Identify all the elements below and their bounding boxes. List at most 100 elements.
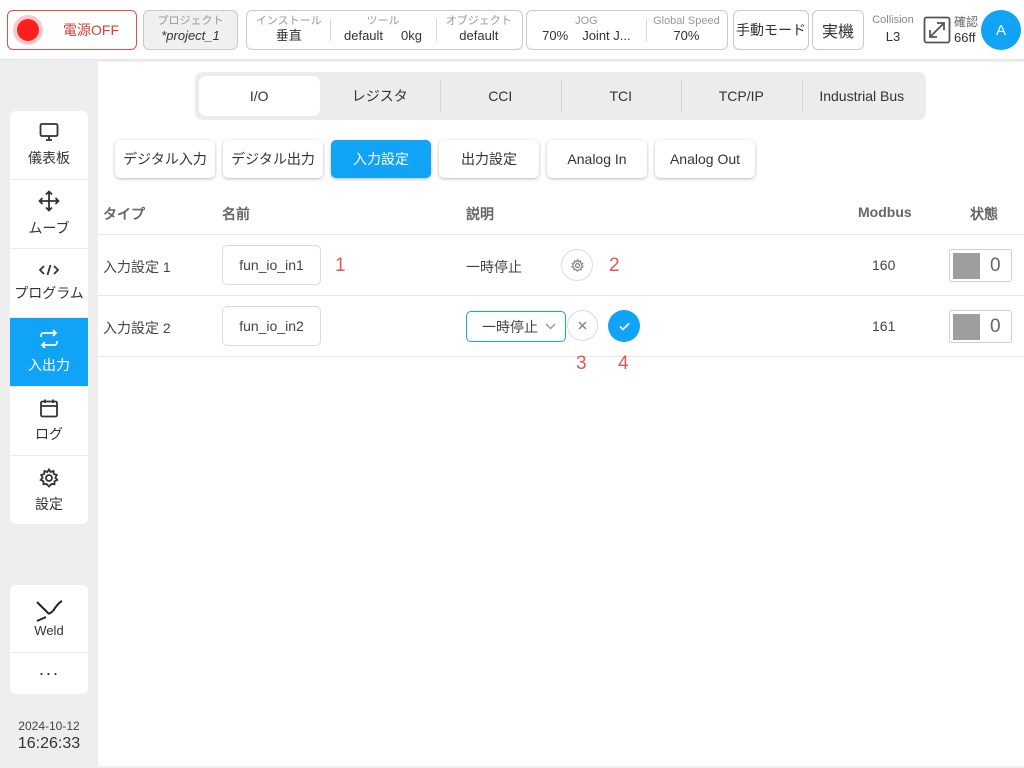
jog-segment[interactable]: JOG 70% Joint J...	[527, 11, 646, 49]
sidebar-item-label: ログ	[35, 426, 63, 442]
cancel-edit-button[interactable]	[567, 310, 598, 341]
clock: 2024-10-12 16:26:33	[10, 719, 88, 753]
more-menu-button[interactable]: ···	[10, 653, 88, 694]
header-state: 状態	[970, 206, 998, 222]
subtab-digital-input[interactable]: デジタル入力	[115, 140, 215, 178]
tool-segment[interactable]: ツール default 0kg	[330, 11, 435, 49]
confirm-label: 確認	[954, 15, 979, 29]
subtab-input-config[interactable]: 入力設定	[331, 140, 431, 178]
tab-io[interactable]: I/O	[199, 76, 320, 116]
sidebar-item-label: 儀表板	[28, 150, 70, 166]
sidebar-item-move[interactable]: ムーブ	[10, 180, 88, 249]
real-robot-button[interactable]: 実機	[812, 10, 864, 50]
description-select[interactable]: 一時停止	[466, 311, 566, 342]
annotation-marker: 3	[576, 353, 587, 374]
object-segment[interactable]: オブジェクト default	[435, 11, 522, 49]
global-speed-value: 70%	[673, 28, 700, 43]
description-text: 一時停止	[466, 259, 522, 275]
jog-speed: 70%	[542, 28, 569, 43]
power-status-icon	[17, 19, 39, 41]
global-speed-segment[interactable]: Global Speed 70%	[645, 11, 727, 49]
modbus-address: 160	[872, 257, 896, 273]
top-bar: 電源OFF プロジェクト *project_1 インストール 垂直 ツール de…	[0, 0, 1024, 60]
state-indicator: 0	[949, 249, 1012, 282]
table-header: タイプ 名前 説明 Modbus 状態	[98, 190, 1024, 235]
header-modbus: Modbus	[858, 204, 912, 220]
jog-mode: Joint J...	[582, 28, 631, 43]
global-speed-label: Global Speed	[653, 15, 720, 27]
sidebar-item-label: ムーブ	[28, 220, 70, 236]
tab-industrial-bus[interactable]: Industrial Bus	[801, 76, 923, 116]
object-value: default	[459, 28, 499, 43]
name-field[interactable]: fun_io_in1	[222, 245, 321, 285]
gear-icon	[39, 467, 59, 488]
chevron-down-icon	[545, 323, 556, 330]
tab-tci[interactable]: TCI	[560, 76, 682, 116]
tab-register[interactable]: レジスタ	[320, 76, 441, 116]
install-segment[interactable]: インストール 垂直	[247, 11, 330, 49]
subtab-output-config[interactable]: 出力設定	[439, 140, 539, 178]
sidebar-item-program[interactable]: プログラム	[10, 249, 88, 318]
collision-level[interactable]: Collision L3	[867, 14, 919, 45]
collision-label: Collision	[872, 14, 914, 26]
modbus-address: 161	[872, 318, 896, 334]
main-panel: I/O レジスタ CCI TCI TCP/IP Industrial Bus デ…	[98, 62, 1024, 766]
calendar-icon	[40, 399, 58, 418]
clock-date: 2024-10-12	[18, 719, 80, 733]
install-value: 垂直	[275, 28, 302, 43]
sidebar-item-label: 設定	[35, 495, 63, 512]
subtab-digital-output[interactable]: デジタル出力	[223, 140, 323, 178]
sidebar-item-weld[interactable]: Weld	[10, 585, 88, 653]
tool-name: default	[344, 28, 384, 43]
sidebar-item-settings[interactable]: 設定	[10, 456, 88, 524]
state-square	[953, 253, 980, 279]
annotation-marker: 2	[609, 255, 620, 276]
io-tabs: I/O レジスタ CCI TCI TCP/IP Industrial Bus	[195, 72, 926, 120]
confirm-value: 66ff	[954, 30, 976, 45]
weld-torch-icon	[36, 600, 63, 622]
close-icon	[578, 321, 587, 330]
tool-label: ツール	[366, 15, 400, 27]
tab-tcpip[interactable]: TCP/IP	[681, 76, 802, 116]
avatar[interactable]: A	[981, 10, 1021, 50]
expand-icon[interactable]	[923, 16, 951, 44]
collision-value: L3	[885, 29, 901, 44]
power-off-button[interactable]: 電源OFF	[7, 10, 137, 50]
header-type: タイプ	[103, 206, 145, 222]
state-value: 0	[990, 316, 1001, 337]
project-value: *project_1	[161, 28, 220, 43]
name-field[interactable]: fun_io_in2	[222, 306, 321, 346]
clock-time: 16:26:33	[17, 735, 81, 752]
sidebar-nav: 儀表板 ムーブ プログラム 入出力 ログ 設定	[10, 111, 88, 524]
weld-label: Weld	[34, 623, 64, 638]
row-type: 入力設定 2	[103, 320, 171, 336]
state-indicator: 0	[949, 310, 1012, 343]
jog-panel[interactable]: JOG 70% Joint J... Global Speed 70%	[526, 10, 728, 50]
tab-cci[interactable]: CCI	[440, 76, 561, 116]
check-icon	[618, 322, 630, 331]
sidebar-item-io[interactable]: 入出力	[10, 318, 88, 387]
sidebar-item-label: プログラム	[14, 285, 84, 301]
state-value: 0	[990, 255, 1001, 276]
move-icon	[38, 190, 60, 212]
project-selector[interactable]: プロジェクト *project_1	[143, 10, 238, 50]
installation-panel[interactable]: インストール 垂直 ツール default 0kg オブジェクト default	[246, 10, 523, 50]
project-label: プロジェクト	[157, 15, 224, 27]
install-label: インストール	[255, 15, 322, 27]
tool-weight: 0kg	[401, 28, 423, 43]
sidebar-item-log[interactable]: ログ	[10, 387, 88, 456]
io-arrows-icon	[40, 329, 58, 349]
sidebar-item-dashboard[interactable]: 儀表板	[10, 111, 88, 180]
manual-mode-button[interactable]: 手動モード	[733, 10, 809, 50]
subtab-analog-in[interactable]: Analog In	[547, 140, 647, 178]
state-square	[953, 314, 980, 340]
table-row: 入力設定 2 fun_io_in2 一時停止 161 0	[98, 296, 1024, 357]
plugin-nav: Weld ···	[10, 585, 88, 694]
annotation-marker: 1	[335, 255, 346, 276]
edit-description-button[interactable]	[561, 249, 593, 281]
subtab-analog-out[interactable]: Analog Out	[655, 140, 755, 178]
description-select-value: 一時停止	[482, 318, 538, 335]
object-label: オブジェクト	[445, 15, 512, 27]
confirm-edit-button[interactable]	[608, 310, 640, 342]
header-name: 名前	[222, 206, 250, 222]
